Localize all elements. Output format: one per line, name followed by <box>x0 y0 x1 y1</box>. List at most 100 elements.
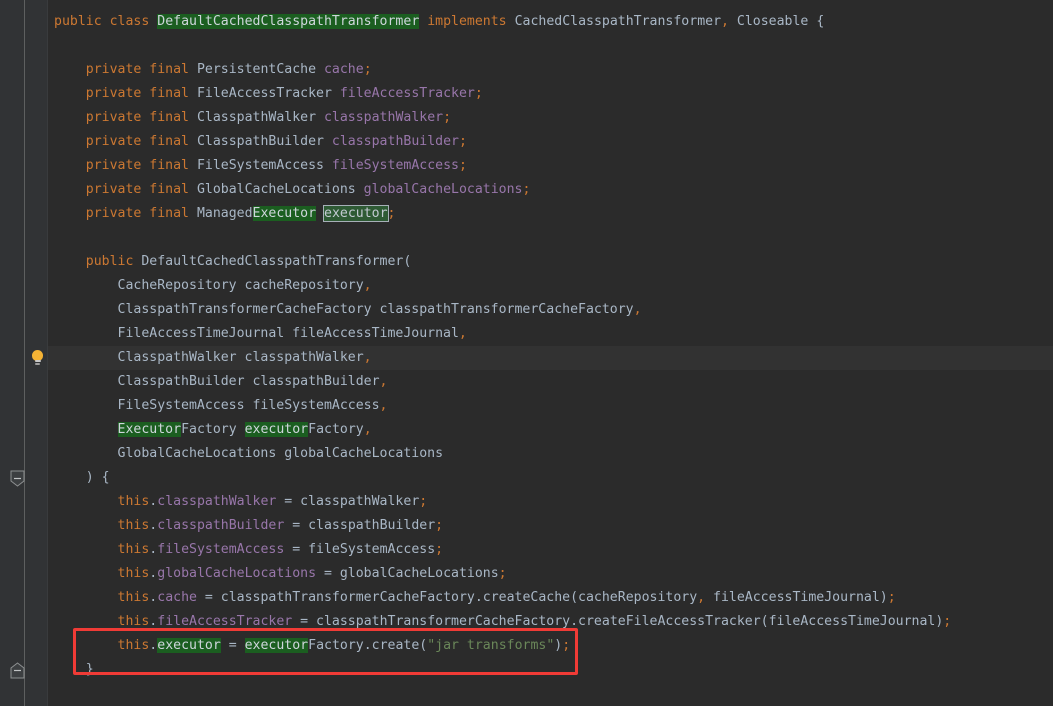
code-line[interactable]: ClasspathTransformerCacheFactory classpa… <box>48 298 1053 322</box>
code-line[interactable]: this.cache = classpathTransformerCacheFa… <box>48 586 1053 610</box>
code-line[interactable]: private final GlobalCacheLocations globa… <box>48 178 1053 202</box>
code-token: private <box>85 158 142 173</box>
code-token: GlobalCacheLocations <box>189 182 364 197</box>
code-line[interactable]: ) { <box>48 466 1053 490</box>
code-token: , <box>363 278 372 293</box>
code-line[interactable]: public class DefaultCachedClasspathTrans… <box>48 10 1053 34</box>
code-token: ; <box>474 86 483 101</box>
code-token: fileAccessTracker <box>157 614 293 629</box>
code-line[interactable]: this.executor = executorFactory.create("… <box>48 634 1053 658</box>
code-token: implements <box>427 14 507 29</box>
code-token: } <box>85 662 94 677</box>
highlighted-token: Executor <box>252 206 317 221</box>
code-token: ; <box>435 542 444 557</box>
lightbulb-icon[interactable] <box>30 346 45 370</box>
code-line[interactable]: ClasspathBuilder classpathBuilder, <box>48 370 1053 394</box>
code-token: final <box>149 62 189 77</box>
code-line[interactable]: FileAccessTimeJournal fileAccessTimeJour… <box>48 322 1053 346</box>
code-token: final <box>149 158 189 173</box>
code-token: this <box>117 638 150 653</box>
code-line[interactable]: FileSystemAccess fileSystemAccess, <box>48 394 1053 418</box>
code-token: ; <box>887 590 896 605</box>
code-line[interactable]: this.classpathBuilder = classpathBuilder… <box>48 514 1053 538</box>
code-token: CacheRepository cacheRepository <box>54 278 364 293</box>
code-token: , <box>458 326 467 341</box>
fold-end-icon[interactable] <box>10 658 25 682</box>
code-line[interactable]: } <box>48 658 1053 682</box>
code-token: ; <box>387 206 396 221</box>
code-line[interactable]: private final FileSystemAccess fileSyste… <box>48 154 1053 178</box>
code-token: ; <box>363 62 372 77</box>
code-token: cache <box>323 62 364 77</box>
code-token: , <box>363 350 372 365</box>
fold-collapse-icon[interactable] <box>10 466 25 490</box>
code-line[interactable]: this.fileSystemAccess = fileSystemAccess… <box>48 538 1053 562</box>
code-token: this <box>117 494 150 509</box>
code-line[interactable]: this.globalCacheLocations = globalCacheL… <box>48 562 1053 586</box>
code-token: final <box>149 110 189 125</box>
code-token: fileAccessTimeJournal) <box>705 590 888 605</box>
code-token: DefaultCachedClasspathTransformer <box>133 254 404 269</box>
code-editor[interactable]: public class DefaultCachedClasspathTrans… <box>0 0 1053 706</box>
code-token: class <box>109 14 150 29</box>
code-token: = globalCacheLocations <box>316 566 499 581</box>
code-line[interactable] <box>48 226 1053 250</box>
code-line[interactable] <box>48 34 1053 58</box>
code-token: , <box>379 374 388 389</box>
code-token: ) <box>85 470 94 485</box>
code-token: ; <box>943 614 952 629</box>
code-token: , <box>379 398 388 413</box>
code-line[interactable]: CacheRepository cacheRepository, <box>48 274 1053 298</box>
code-token: this <box>117 566 150 581</box>
code-token: ClasspathBuilder <box>189 134 332 149</box>
code-token: classpathBuilder <box>157 518 285 533</box>
code-token: ClasspathBuilder classpathBuilder <box>54 374 380 389</box>
code-token: final <box>149 134 189 149</box>
code-surface[interactable]: public class DefaultCachedClasspathTrans… <box>48 0 1053 706</box>
code-token: classpathWalker <box>157 494 277 509</box>
code-token: = <box>220 638 245 653</box>
code-token: ClasspathWalker <box>189 110 324 125</box>
code-token: Factory <box>308 422 364 437</box>
code-token: Managed <box>189 206 253 221</box>
code-line[interactable]: public DefaultCachedClasspathTransformer… <box>48 250 1053 274</box>
code-token: private <box>85 110 142 125</box>
code-line[interactable]: private final FileAccessTracker fileAcce… <box>48 82 1053 106</box>
code-line[interactable]: ExecutorFactory executorFactory, <box>48 418 1053 442</box>
code-token: PersistentCache <box>189 62 324 77</box>
code-line[interactable]: private final ManagedExecutor executor; <box>48 202 1053 226</box>
code-token: globalCacheLocations <box>157 566 317 581</box>
code-line[interactable]: private final PersistentCache cache; <box>48 58 1053 82</box>
code-line[interactable]: this.fileAccessTracker = classpathTransf… <box>48 610 1053 634</box>
code-token: ; <box>522 182 531 197</box>
code-token: final <box>149 206 189 221</box>
code-token: { <box>101 470 110 485</box>
code-token: , <box>697 590 706 605</box>
code-token: Factory <box>181 422 245 437</box>
code-token: public <box>85 254 134 269</box>
code-token: this <box>117 614 150 629</box>
code-line[interactable]: private final ClasspathWalker classpathW… <box>48 106 1053 130</box>
code-token: classpathBuilder <box>331 134 459 149</box>
code-line[interactable]: ClasspathWalker classpathWalker, <box>48 346 1053 370</box>
code-line[interactable]: private final ClasspathBuilder classpath… <box>48 130 1053 154</box>
code-token: fileAccessTracker <box>339 86 475 101</box>
code-token: private <box>85 86 142 101</box>
code-line[interactable]: this.classpathWalker = classpathWalker; <box>48 490 1053 514</box>
code-line[interactable]: GlobalCacheLocations globalCacheLocation… <box>48 442 1053 466</box>
highlighted-token: DefaultCachedClasspathTransformer <box>157 14 420 29</box>
code-token: FileAccessTimeJournal fileAccessTimeJour… <box>54 326 459 341</box>
code-token: = fileSystemAccess <box>284 542 436 557</box>
code-token: ; <box>458 134 467 149</box>
